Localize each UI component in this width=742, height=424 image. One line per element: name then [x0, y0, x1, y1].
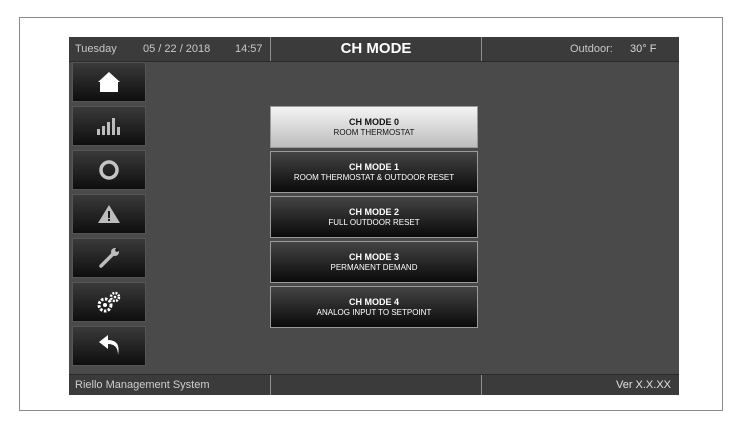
warning-icon — [97, 203, 121, 225]
mode-title: CH MODE 3 — [348, 252, 399, 262]
sidebar-item-home[interactable] — [72, 62, 146, 102]
mode-title: CH MODE 2 — [348, 207, 399, 217]
outdoor-label: Outdoor: — [570, 43, 613, 55]
header-bar: Tuesday 05 / 22 / 2018 14:57 CH MODE Out… — [69, 37, 679, 62]
ch-mode-2-button[interactable]: CH MODE 2 FULL OUTDOOR RESET — [270, 196, 478, 238]
sidebar — [72, 62, 146, 366]
ring-icon — [98, 159, 120, 181]
mode-subtitle: ROOM THERMOSTAT — [333, 128, 415, 137]
time-label: 14:57 — [235, 43, 263, 55]
sidebar-item-back[interactable] — [72, 326, 146, 366]
back-arrow-icon — [96, 335, 122, 357]
ch-mode-0-button[interactable]: CH MODE 0 ROOM THERMOSTAT — [270, 106, 478, 148]
outdoor-temperature: 30° F — [630, 43, 657, 55]
status-bar: Riello Management System Ver X.X.XX — [69, 374, 679, 395]
ch-mode-1-button[interactable]: CH MODE 1 ROOM THERMOSTAT & OUTDOOR RESE… — [270, 151, 478, 193]
house-icon — [97, 71, 121, 93]
mode-subtitle: PERMANENT DEMAND — [330, 263, 418, 272]
sidebar-item-alarms[interactable] — [72, 194, 146, 234]
mode-subtitle: ANALOG INPUT TO SETPOINT — [316, 308, 432, 317]
status-bar-middle — [270, 375, 482, 395]
sidebar-item-settings[interactable] — [72, 282, 146, 322]
version-label: Ver X.X.XX — [615, 379, 671, 391]
mode-title: CH MODE 1 — [348, 162, 399, 172]
day-label: Tuesday — [75, 43, 117, 55]
sidebar-item-status[interactable] — [72, 150, 146, 190]
mode-subtitle: ROOM THERMOSTAT & OUTDOOR RESET — [293, 173, 455, 182]
gears-icon — [96, 290, 122, 314]
wrench-icon — [97, 247, 121, 269]
sidebar-item-statistics[interactable] — [72, 106, 146, 146]
system-name: Riello Management System — [75, 379, 210, 391]
date-label: 05 / 22 / 2018 — [143, 43, 211, 55]
sidebar-item-service[interactable] — [72, 238, 146, 278]
mode-title: CH MODE 0 — [348, 117, 399, 127]
mode-title: CH MODE 4 — [348, 297, 399, 307]
bar-chart-icon — [96, 116, 122, 136]
ch-mode-4-button[interactable]: CH MODE 4 ANALOG INPUT TO SETPOINT — [270, 286, 478, 328]
ch-mode-3-button[interactable]: CH MODE 3 PERMANENT DEMAND — [270, 241, 478, 283]
page-title: CH MODE — [270, 37, 482, 61]
mode-subtitle: FULL OUTDOOR RESET — [328, 218, 420, 227]
screen: Tuesday 05 / 22 / 2018 14:57 CH MODE Out… — [69, 37, 679, 395]
